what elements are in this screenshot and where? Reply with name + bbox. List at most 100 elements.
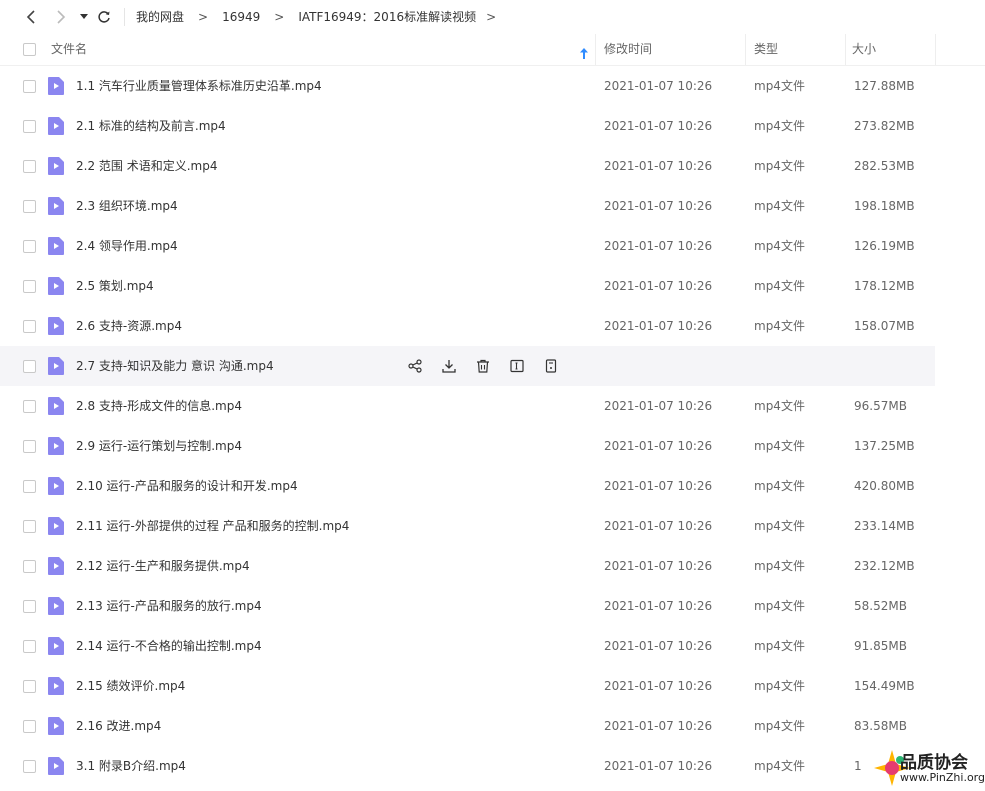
refresh-icon[interactable] [95, 7, 113, 27]
file-row[interactable]: 1.1 汽车行业质量管理体系标准历史沿革.mp4 2021-01-07 10:2… [0, 66, 935, 106]
breadcrumb-item-current[interactable]: IATF16949：2016标准解读视频 [298, 8, 476, 25]
file-row[interactable]: 2.11 运行-外部提供的过程 产品和服务的控制.mp4 2021-01-07 … [0, 506, 935, 546]
row-checkbox[interactable] [23, 760, 36, 773]
file-type: mp4文件 [754, 559, 805, 573]
share-icon[interactable] [406, 357, 424, 375]
file-name[interactable]: 2.16 改进.mp4 [76, 706, 161, 746]
file-type: mp4文件 [754, 399, 805, 413]
row-checkbox[interactable] [23, 720, 36, 733]
row-checkbox[interactable] [23, 80, 36, 93]
file-row-hovered[interactable]: 2.7 支持-知识及能力 意识 沟通.mp4 [0, 346, 935, 386]
row-checkbox[interactable] [23, 680, 36, 693]
row-checkbox[interactable] [23, 160, 36, 173]
video-file-icon [48, 277, 64, 295]
column-header-size[interactable]: 大小 [852, 34, 876, 65]
file-name[interactable]: 3.1 附录B介绍.mp4 [76, 746, 186, 786]
file-name[interactable]: 2.11 运行-外部提供的过程 产品和服务的控制.mp4 [76, 506, 349, 546]
file-name[interactable]: 2.5 策划.mp4 [76, 266, 154, 306]
column-header-type[interactable]: 类型 [754, 34, 778, 65]
file-name[interactable]: 2.14 运行-不合格的输出控制.mp4 [76, 626, 262, 666]
file-row[interactable]: 2.16 改进.mp4 2021-01-07 10:26 mp4文件 83.58… [0, 706, 935, 746]
row-checkbox[interactable] [23, 600, 36, 613]
row-checkbox[interactable] [23, 480, 36, 493]
row-checkbox[interactable] [23, 520, 36, 533]
column-divider [935, 34, 936, 65]
file-name[interactable]: 2.3 组织环境.mp4 [76, 186, 178, 226]
file-row[interactable]: 2.4 领导作用.mp4 2021-01-07 10:26 mp4文件 126.… [0, 226, 935, 266]
file-name[interactable]: 2.6 支持-资源.mp4 [76, 306, 182, 346]
file-row[interactable]: 2.3 组织环境.mp4 2021-01-07 10:26 mp4文件 198.… [0, 186, 935, 226]
file-type: mp4文件 [754, 439, 805, 453]
file-type: mp4文件 [754, 199, 805, 213]
file-name[interactable]: 2.7 支持-知识及能力 意识 沟通.mp4 [76, 346, 274, 386]
video-file-icon [48, 357, 64, 375]
forward-icon[interactable] [52, 7, 70, 27]
file-row[interactable]: 2.6 支持-资源.mp4 2021-01-07 10:26 mp4文件 158… [0, 306, 935, 346]
file-row[interactable]: 2.5 策划.mp4 2021-01-07 10:26 mp4文件 178.12… [0, 266, 935, 306]
file-row[interactable]: 2.8 支持-形成文件的信息.mp4 2021-01-07 10:26 mp4文… [0, 386, 935, 426]
delete-icon[interactable] [474, 357, 492, 375]
file-type: mp4文件 [754, 599, 805, 613]
breadcrumb-item-root[interactable]: 我的网盘 [136, 8, 184, 25]
file-modified-date: 2021-01-07 10:26 [604, 439, 713, 453]
row-checkbox[interactable] [23, 320, 36, 333]
file-name[interactable]: 2.10 运行-产品和服务的设计和开发.mp4 [76, 466, 298, 506]
file-type: mp4文件 [754, 519, 805, 533]
row-checkbox[interactable] [23, 360, 36, 373]
row-checkbox[interactable] [23, 280, 36, 293]
row-checkbox[interactable] [23, 560, 36, 573]
more-icon[interactable] [542, 357, 560, 375]
row-checkbox[interactable] [23, 240, 36, 253]
select-all-checkbox[interactable] [23, 43, 36, 56]
file-row[interactable]: 2.14 运行-不合格的输出控制.mp4 2021-01-07 10:26 mp… [0, 626, 935, 666]
file-row[interactable]: 3.1 附录B介绍.mp4 2021-01-07 10:26 mp4文件 1 [0, 746, 935, 786]
download-icon[interactable] [440, 357, 458, 375]
row-checkbox[interactable] [23, 120, 36, 133]
column-header-modified[interactable]: 修改时间 [604, 34, 652, 65]
column-divider [595, 34, 596, 65]
toolbar-divider [124, 8, 125, 26]
file-name[interactable]: 1.1 汽车行业质量管理体系标准历史沿革.mp4 [76, 66, 322, 106]
file-size: 178.12MB [854, 279, 915, 293]
file-modified-date: 2021-01-07 10:26 [604, 319, 713, 333]
file-name[interactable]: 2.9 运行-运行策划与控制.mp4 [76, 426, 242, 466]
sort-ascending-icon[interactable] [580, 44, 588, 63]
file-name[interactable]: 2.15 绩效评价.mp4 [76, 666, 185, 706]
file-modified-date: 2021-01-07 10:26 [604, 119, 713, 133]
file-row[interactable]: 2.2 范围 术语和定义.mp4 2021-01-07 10:26 mp4文件 … [0, 146, 935, 186]
file-type: mp4文件 [754, 479, 805, 493]
file-modified-date: 2021-01-07 10:26 [604, 759, 713, 773]
video-file-icon [48, 757, 64, 775]
back-icon[interactable] [22, 7, 40, 27]
file-row[interactable]: 2.13 运行-产品和服务的放行.mp4 2021-01-07 10:26 mp… [0, 586, 935, 626]
file-row[interactable]: 2.10 运行-产品和服务的设计和开发.mp4 2021-01-07 10:26… [0, 466, 935, 506]
file-type: mp4文件 [754, 719, 805, 733]
file-modified-date: 2021-01-07 10:26 [604, 479, 713, 493]
file-name[interactable]: 2.8 支持-形成文件的信息.mp4 [76, 386, 242, 426]
rename-icon[interactable] [508, 357, 526, 375]
video-file-icon [48, 517, 64, 535]
file-modified-date: 2021-01-07 10:26 [604, 639, 713, 653]
top-nav-bar: 我的网盘 > 16949 > IATF16949：2016标准解读视频 > [0, 0, 985, 34]
file-row[interactable]: 2.12 运行-生产和服务提供.mp4 2021-01-07 10:26 mp4… [0, 546, 935, 586]
row-checkbox[interactable] [23, 440, 36, 453]
file-size: 232.12MB [854, 559, 915, 573]
file-size: 96.57MB [854, 399, 907, 413]
file-modified-date: 2021-01-07 10:26 [604, 279, 713, 293]
video-file-icon [48, 477, 64, 495]
breadcrumb-item-16949[interactable]: 16949 [222, 10, 260, 24]
history-dropdown-icon[interactable] [78, 7, 90, 27]
file-name[interactable]: 2.1 标准的结构及前言.mp4 [76, 106, 226, 146]
file-row[interactable]: 2.9 运行-运行策划与控制.mp4 2021-01-07 10:26 mp4文… [0, 426, 935, 466]
file-name[interactable]: 2.2 范围 术语和定义.mp4 [76, 146, 217, 186]
file-name[interactable]: 2.12 运行-生产和服务提供.mp4 [76, 546, 250, 586]
file-name[interactable]: 2.4 领导作用.mp4 [76, 226, 178, 266]
video-file-icon [48, 117, 64, 135]
file-row[interactable]: 2.15 绩效评价.mp4 2021-01-07 10:26 mp4文件 154… [0, 666, 935, 706]
row-checkbox[interactable] [23, 200, 36, 213]
file-row[interactable]: 2.1 标准的结构及前言.mp4 2021-01-07 10:26 mp4文件 … [0, 106, 935, 146]
file-name[interactable]: 2.13 运行-产品和服务的放行.mp4 [76, 586, 262, 626]
row-checkbox[interactable] [23, 640, 36, 653]
column-header-name[interactable]: 文件名 [51, 34, 87, 65]
row-checkbox[interactable] [23, 400, 36, 413]
